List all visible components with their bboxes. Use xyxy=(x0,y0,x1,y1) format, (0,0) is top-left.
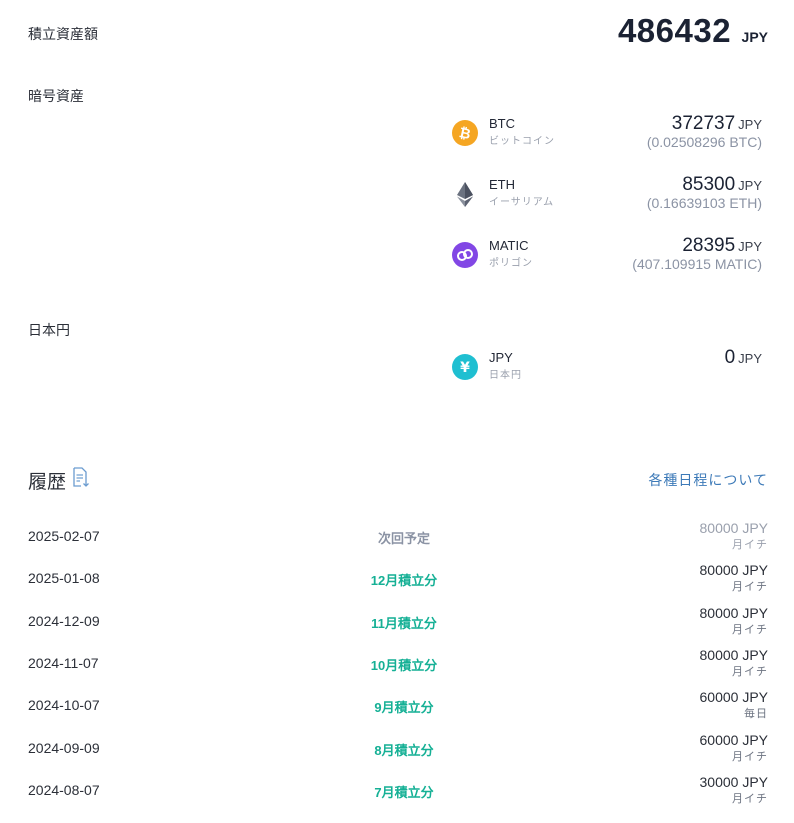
asset-value: 372737 JPY xyxy=(672,113,762,135)
history-label-text: 12月積立分 xyxy=(370,573,438,589)
schedule-info-link[interactable]: 各種日程について xyxy=(648,470,768,490)
history-date: 2025-01-08 xyxy=(28,570,100,587)
asset-value: 85300 JPY xyxy=(682,174,762,196)
history-row: 2024-09-09 8月積立分 60000 JPY 月イチ xyxy=(28,730,768,766)
history-label-text: 7月積立分 xyxy=(374,784,434,800)
history-frequency: 月イチ xyxy=(732,581,768,594)
asset-row-eth: ETH イーサリアム 85300 JPY (0.16639103 ETH) xyxy=(452,174,762,223)
svg-text:¥: ¥ xyxy=(460,360,470,376)
asset-quantity: (0.16639103 ETH) xyxy=(646,195,762,211)
crypto-section-label: 暗号資産 xyxy=(28,88,84,104)
total-assets-label: 積立資産額 xyxy=(28,26,98,42)
history-frequency: 月イチ xyxy=(732,623,768,636)
history-label-text: 11月積立分 xyxy=(371,615,437,631)
asset-quantity: (407.109915 MATIC) xyxy=(632,256,762,272)
history-row: 2024-11-07 10月積立分 80000 JPY 月イチ xyxy=(28,645,768,681)
history-frequency: 月イチ xyxy=(732,792,768,805)
asset-row-btc: ₿ BTC ビットコイン 372737 JPY (0.02508296 BTC) xyxy=(452,113,762,162)
history-title: 履歴 xyxy=(28,472,67,493)
total-assets: 486432 JPY xyxy=(618,12,768,50)
history-row: 2024-12-09 11月積立分 80000 JPY 月イチ xyxy=(28,603,768,639)
asset-name: ポリゴン xyxy=(489,258,533,269)
bitcoin-icon: ₿ xyxy=(452,120,478,146)
total-assets-value: 486432 xyxy=(617,12,732,49)
asset-name: イーサリアム xyxy=(489,197,555,208)
history-amount: 60000 JPY xyxy=(699,731,769,748)
history-amount: 80000 JPY xyxy=(699,604,769,621)
history-frequency: 月イチ xyxy=(732,750,768,763)
asset-row-matic: MATIC ポリゴン 28395 JPY (407.109915 MATIC) xyxy=(452,235,762,284)
asset-symbol: MATIC xyxy=(489,238,529,253)
asset-value-unit: JPY xyxy=(738,351,762,366)
asset-value-number: 0 xyxy=(724,347,736,368)
history-label-text: 次回予定 xyxy=(377,531,431,546)
history-amount: 60000 JPY xyxy=(699,689,769,706)
history-date: 2024-09-09 xyxy=(28,739,100,756)
asset-value: 0 JPY xyxy=(725,347,762,369)
yen-icon: ¥ xyxy=(452,354,478,380)
asset-value: 28395 JPY xyxy=(682,235,762,257)
asset-value-number: 85300 xyxy=(682,174,736,195)
history-date: 2024-12-09 xyxy=(28,612,100,629)
history-amount: 30000 JPY xyxy=(699,773,769,790)
asset-symbol: BTC xyxy=(489,116,515,131)
asset-row-jpy: ¥ JPY 日本円 0 JPY xyxy=(452,347,762,396)
ethereum-icon xyxy=(452,181,478,207)
yen-section-label: 日本円 xyxy=(28,322,70,338)
history-row: 2024-08-07 7月積立分 30000 JPY 月イチ xyxy=(28,772,768,808)
history-frequency: 月イチ xyxy=(732,665,768,678)
asset-value-number: 372737 xyxy=(671,113,736,134)
polygon-icon xyxy=(452,242,478,268)
asset-value-unit: JPY xyxy=(738,239,762,254)
history-label-text: 9月積立分 xyxy=(374,700,434,716)
history-row: 2024-10-07 9月積立分 60000 JPY 毎日 xyxy=(28,687,768,723)
history-label-text: 8月積立分 xyxy=(374,742,434,758)
asset-name: ビットコイン xyxy=(489,136,555,147)
svg-text:₿: ₿ xyxy=(458,125,472,143)
asset-name: 日本円 xyxy=(489,370,522,381)
history-amount: 80000 JPY xyxy=(699,646,769,663)
history-date: 2024-10-07 xyxy=(28,697,100,714)
history-frequency: 月イチ xyxy=(732,539,768,551)
history-row: 2025-02-07 次回予定 80000 JPY 月イチ xyxy=(28,518,768,554)
history-frequency: 毎日 xyxy=(744,708,768,721)
history-date: 2024-08-07 xyxy=(28,781,100,798)
document-download-icon[interactable] xyxy=(72,467,90,487)
history-label-text: 10月積立分 xyxy=(370,657,438,673)
history-amount: 80000 JPY xyxy=(699,562,769,579)
asset-value-number: 28395 xyxy=(682,235,736,256)
history-date: 2024-11-07 xyxy=(28,654,99,671)
history-date: 2025-02-07 xyxy=(28,528,100,544)
asset-symbol: ETH xyxy=(489,177,515,192)
asset-value-unit: JPY xyxy=(738,117,762,132)
history-amount: 80000 JPY xyxy=(699,520,769,536)
history-row: 2025-01-08 12月積立分 80000 JPY 月イチ xyxy=(28,560,768,596)
asset-value-unit: JPY xyxy=(738,178,762,193)
total-assets-unit: JPY xyxy=(741,29,768,45)
asset-symbol: JPY xyxy=(489,350,513,365)
asset-quantity: (0.02508296 BTC) xyxy=(646,134,762,150)
